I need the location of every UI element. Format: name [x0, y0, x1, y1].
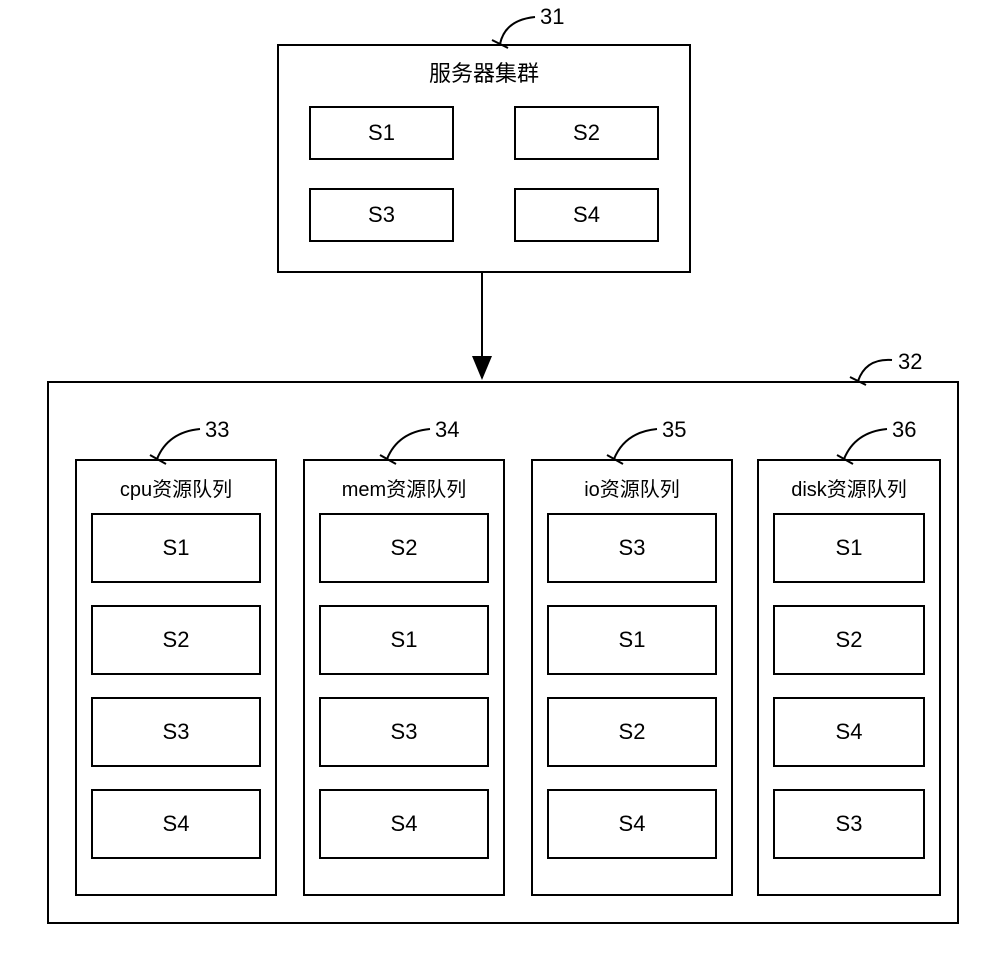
- disk-queue-item: S4: [773, 697, 925, 767]
- cpu-queue-item: S3: [91, 697, 261, 767]
- server-s4: S4: [514, 188, 659, 242]
- cpu-queue-box: cpu资源队列 S1 S2 S3 S4: [75, 459, 277, 896]
- mem-queue-item: S1: [319, 605, 489, 675]
- disk-queue-item: S2: [773, 605, 925, 675]
- callout-36-label: 36: [892, 417, 916, 443]
- cpu-queue-item: S1: [91, 513, 261, 583]
- mem-queue-item: S3: [319, 697, 489, 767]
- mem-queue-title: mem资源队列: [305, 473, 503, 502]
- cpu-queue-title: cpu资源队列: [77, 473, 275, 502]
- cpu-queue-item: S4: [91, 789, 261, 859]
- cpu-queue-items: S1 S2 S3 S4: [91, 513, 261, 859]
- disk-queue-items: S1 S2 S4 S3: [773, 513, 925, 859]
- io-queue-title: io资源队列: [533, 473, 731, 502]
- disk-queue-item: S1: [773, 513, 925, 583]
- server-s2: S2: [514, 106, 659, 160]
- mem-queue-items: S2 S1 S3 S4: [319, 513, 489, 859]
- callout-31-label: 31: [540, 4, 564, 30]
- callout-34-label: 34: [435, 417, 459, 443]
- callout-35-label: 35: [662, 417, 686, 443]
- disk-queue-title: disk资源队列: [759, 473, 939, 502]
- server-s1: S1: [309, 106, 454, 160]
- server-grid: S1 S2 S3 S4: [279, 106, 689, 242]
- disk-queue-item: S3: [773, 789, 925, 859]
- server-s3: S3: [309, 188, 454, 242]
- cpu-queue-item: S2: [91, 605, 261, 675]
- callout-32-curve: [858, 360, 892, 381]
- resource-queues-container: cpu资源队列 S1 S2 S3 S4 mem资源队列 S2 S1 S3 S4 …: [47, 381, 959, 924]
- callout-33-label: 33: [205, 417, 229, 443]
- disk-queue-box: disk资源队列 S1 S2 S4 S3: [757, 459, 941, 896]
- mem-queue-item: S4: [319, 789, 489, 859]
- callout-32-label: 32: [898, 349, 922, 375]
- io-queue-item: S1: [547, 605, 717, 675]
- callout-31-curve: [500, 17, 535, 44]
- mem-queue-item: S2: [319, 513, 489, 583]
- io-queue-item: S2: [547, 697, 717, 767]
- io-queue-item: S4: [547, 789, 717, 859]
- io-queue-items: S3 S1 S2 S4: [547, 513, 717, 859]
- server-cluster-box: 服务器集群 S1 S2 S3 S4: [277, 44, 691, 273]
- mem-queue-box: mem资源队列 S2 S1 S3 S4: [303, 459, 505, 896]
- io-queue-item: S3: [547, 513, 717, 583]
- io-queue-box: io资源队列 S3 S1 S2 S4: [531, 459, 733, 896]
- server-cluster-title: 服务器集群: [279, 56, 689, 88]
